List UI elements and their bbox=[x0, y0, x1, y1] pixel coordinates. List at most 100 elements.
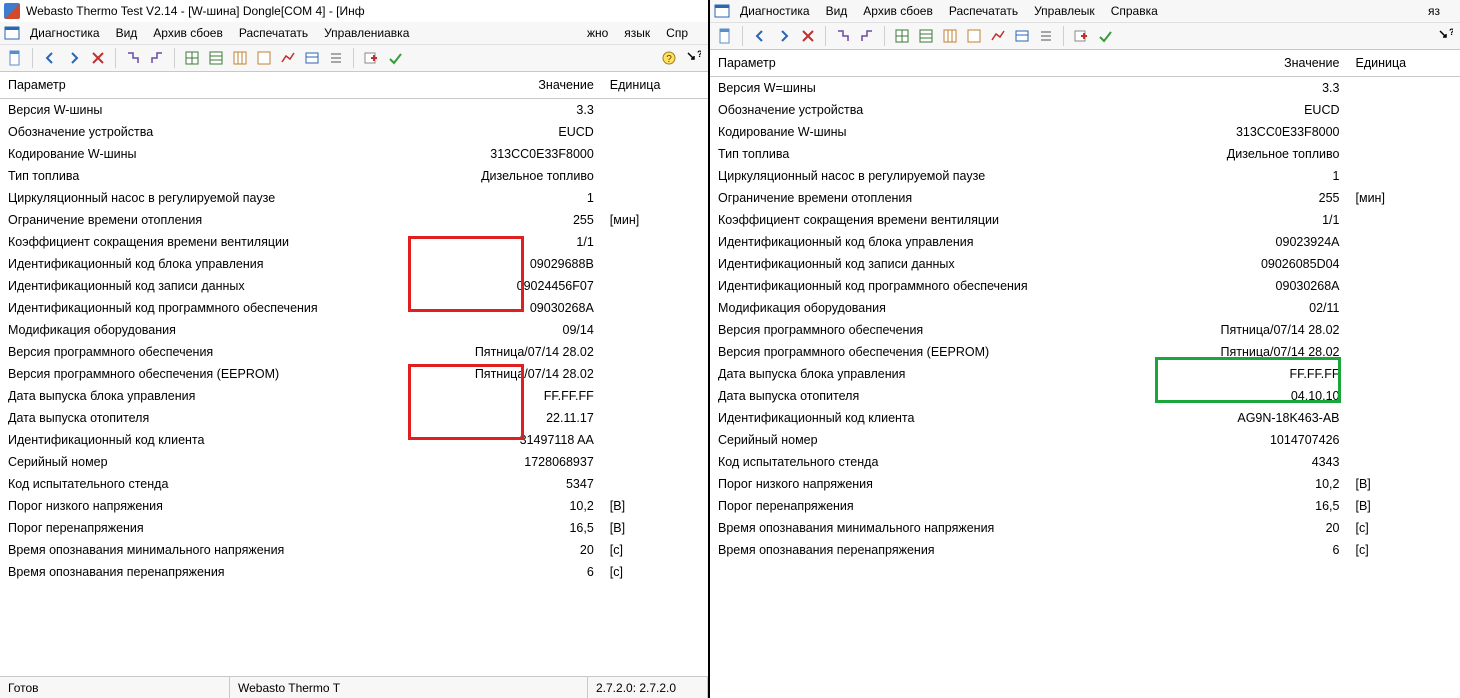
table-row[interactable]: Тип топливаДизельное топливо bbox=[710, 143, 1460, 165]
menu-вид[interactable]: Вид bbox=[818, 2, 856, 20]
check-icon[interactable] bbox=[384, 47, 406, 69]
menu-диагностика[interactable]: Диагностика bbox=[22, 24, 108, 42]
table-row[interactable]: Циркуляционный насос в регулируемой пауз… bbox=[710, 165, 1460, 187]
table-row[interactable]: Код испытательного стенда5347 bbox=[0, 473, 708, 495]
table-row[interactable]: Дата выпуска блока управленияFF.FF.FF bbox=[710, 363, 1460, 385]
table-icon[interactable] bbox=[1011, 25, 1033, 47]
table-row[interactable]: Идентификационный код программного обесп… bbox=[710, 275, 1460, 297]
table-row[interactable]: Идентификационный код клиента31497118 AA bbox=[0, 429, 708, 451]
chart-icon[interactable] bbox=[277, 47, 299, 69]
table-row[interactable]: Кодирование W-шины313CC0E33F8000 bbox=[0, 143, 708, 165]
seq1-icon[interactable] bbox=[832, 25, 854, 47]
arrow-right-icon[interactable] bbox=[63, 47, 85, 69]
menu-распечатать[interactable]: Распечатать bbox=[231, 24, 316, 42]
grid1-icon[interactable] bbox=[181, 47, 203, 69]
table-row[interactable]: Версия W-шины3.3 bbox=[0, 99, 708, 122]
table-row[interactable]: Коэффициент сокращения времени вентиляци… bbox=[0, 231, 708, 253]
list-icon[interactable] bbox=[325, 47, 347, 69]
menu-архив сбоев[interactable]: Архив сбоев bbox=[855, 2, 941, 20]
table-row[interactable]: Идентификационный код блока управления09… bbox=[710, 231, 1460, 253]
table-row[interactable]: Ограничение времени отопления255[мин] bbox=[710, 187, 1460, 209]
table-row[interactable]: Ограничение времени отопления255[мин] bbox=[0, 209, 708, 231]
menu-жно[interactable]: жно bbox=[579, 24, 616, 42]
table-row[interactable]: Обозначение устройстваEUCD bbox=[710, 99, 1460, 121]
table-row[interactable]: Модификация оборудования09/14 bbox=[0, 319, 708, 341]
table-row[interactable]: Дата выпуска отопителя22.11.17 bbox=[0, 407, 708, 429]
menu-язык[interactable]: язык bbox=[616, 24, 658, 42]
col-unit[interactable]: Единица bbox=[602, 72, 708, 99]
table-row[interactable]: Обозначение устройстваEUCD bbox=[0, 121, 708, 143]
menu-яз[interactable]: яз bbox=[1420, 2, 1448, 20]
arrow-left-icon[interactable] bbox=[749, 25, 771, 47]
arrow-right-icon[interactable] bbox=[773, 25, 795, 47]
col-value[interactable]: Значение bbox=[1123, 50, 1348, 77]
table-row[interactable]: Модификация оборудования02/11 bbox=[710, 297, 1460, 319]
table-row[interactable]: Коэффициент сокращения времени вентиляци… bbox=[710, 209, 1460, 231]
table-row[interactable]: Код испытательного стенда4343 bbox=[710, 451, 1460, 473]
plus-icon[interactable] bbox=[360, 47, 382, 69]
doc-icon[interactable] bbox=[714, 25, 736, 47]
grid-right[interactable]: Параметр Значение Единица Версия W=шины3… bbox=[710, 50, 1460, 698]
col-param[interactable]: Параметр bbox=[710, 50, 1123, 77]
table-row[interactable]: Время опознавания перенапряжения6[с] bbox=[710, 539, 1460, 561]
table-row[interactable]: Время опознавания перенапряжения6[с] bbox=[0, 561, 708, 583]
menu-вид[interactable]: Вид bbox=[108, 24, 146, 42]
table-row[interactable]: Серийный номер1728068937 bbox=[0, 451, 708, 473]
grid3-icon[interactable] bbox=[939, 25, 961, 47]
table-row[interactable]: Порог перенапряжения16,5[В] bbox=[0, 517, 708, 539]
seq2-icon[interactable] bbox=[146, 47, 168, 69]
list-icon[interactable] bbox=[1035, 25, 1057, 47]
table-icon[interactable] bbox=[301, 47, 323, 69]
menu-диагностика[interactable]: Диагностика bbox=[732, 2, 818, 20]
check-icon[interactable] bbox=[1094, 25, 1116, 47]
table-row[interactable]: Дата выпуска блока управленияFF.FF.FF bbox=[0, 385, 708, 407]
table-row[interactable]: Дата выпуска отопителя04.10.10 bbox=[710, 385, 1460, 407]
table-row[interactable]: Версия W=шины3.3 bbox=[710, 77, 1460, 100]
chart-icon[interactable] bbox=[987, 25, 1009, 47]
menu-управлениавка[interactable]: Управлениавка bbox=[316, 24, 417, 42]
table-row[interactable]: Порог перенапряжения16,5[В] bbox=[710, 495, 1460, 517]
seq2-icon[interactable] bbox=[856, 25, 878, 47]
plus-icon[interactable] bbox=[1070, 25, 1092, 47]
grid3-icon[interactable] bbox=[229, 47, 251, 69]
table-row[interactable]: Циркуляционный насос в регулируемой пауз… bbox=[0, 187, 708, 209]
table-row[interactable]: Идентификационный код программного обесп… bbox=[0, 297, 708, 319]
table-row[interactable]: Идентификационный код записи данных09024… bbox=[0, 275, 708, 297]
col-param[interactable]: Параметр bbox=[0, 72, 389, 99]
table-row[interactable]: Версия программного обеспечения (EEPROM)… bbox=[0, 363, 708, 385]
arrow-left-icon[interactable] bbox=[39, 47, 61, 69]
table-row[interactable]: Идентификационный код записи данных09026… bbox=[710, 253, 1460, 275]
table-row[interactable]: Версия программного обеспеченияПятница/0… bbox=[710, 319, 1460, 341]
table-row[interactable]: Версия программного обеспечения (EEPROM)… bbox=[710, 341, 1460, 363]
table-row[interactable]: Идентификационный код блока управления09… bbox=[0, 253, 708, 275]
grid-left[interactable]: Параметр Значение Единица Версия W-шины3… bbox=[0, 72, 708, 676]
help-arrow-icon[interactable]: ? bbox=[1434, 25, 1456, 47]
table-row[interactable]: Тип топливаДизельное топливо bbox=[0, 165, 708, 187]
menu-Спр[interactable]: Спр bbox=[658, 24, 696, 42]
seq1-icon[interactable] bbox=[122, 47, 144, 69]
table-row[interactable]: Время опознавания минимального напряжени… bbox=[0, 539, 708, 561]
close-icon[interactable] bbox=[87, 47, 109, 69]
col-value[interactable]: Значение bbox=[389, 72, 601, 99]
close-icon[interactable] bbox=[797, 25, 819, 47]
menu-справка[interactable]: Справка bbox=[1103, 2, 1166, 20]
menu-распечатать[interactable]: Распечатать bbox=[941, 2, 1026, 20]
help-icon[interactable]: ? bbox=[658, 47, 680, 69]
grid4-icon[interactable] bbox=[963, 25, 985, 47]
help-arrow-icon[interactable]: ? bbox=[682, 47, 704, 69]
table-row[interactable]: Порог низкого напряжения10,2[В] bbox=[0, 495, 708, 517]
doc-icon[interactable] bbox=[4, 47, 26, 69]
table-row[interactable]: Серийный номер1014707426 bbox=[710, 429, 1460, 451]
table-row[interactable]: Порог низкого напряжения10,2[В] bbox=[710, 473, 1460, 495]
table-row[interactable]: Версия программного обеспеченияПятница/0… bbox=[0, 341, 708, 363]
table-row[interactable]: Кодирование W-шины313CC0E33F8000 bbox=[710, 121, 1460, 143]
grid2-icon[interactable] bbox=[915, 25, 937, 47]
menu-архив сбоев[interactable]: Архив сбоев bbox=[145, 24, 231, 42]
menu-управлеык[interactable]: Управлеык bbox=[1026, 2, 1103, 20]
grid4-icon[interactable] bbox=[253, 47, 275, 69]
col-unit[interactable]: Единица bbox=[1348, 50, 1460, 77]
table-row[interactable]: Время опознавания минимального напряжени… bbox=[710, 517, 1460, 539]
grid2-icon[interactable] bbox=[205, 47, 227, 69]
grid1-icon[interactable] bbox=[891, 25, 913, 47]
table-row[interactable]: Идентификационный код клиентаAG9N-18K463… bbox=[710, 407, 1460, 429]
